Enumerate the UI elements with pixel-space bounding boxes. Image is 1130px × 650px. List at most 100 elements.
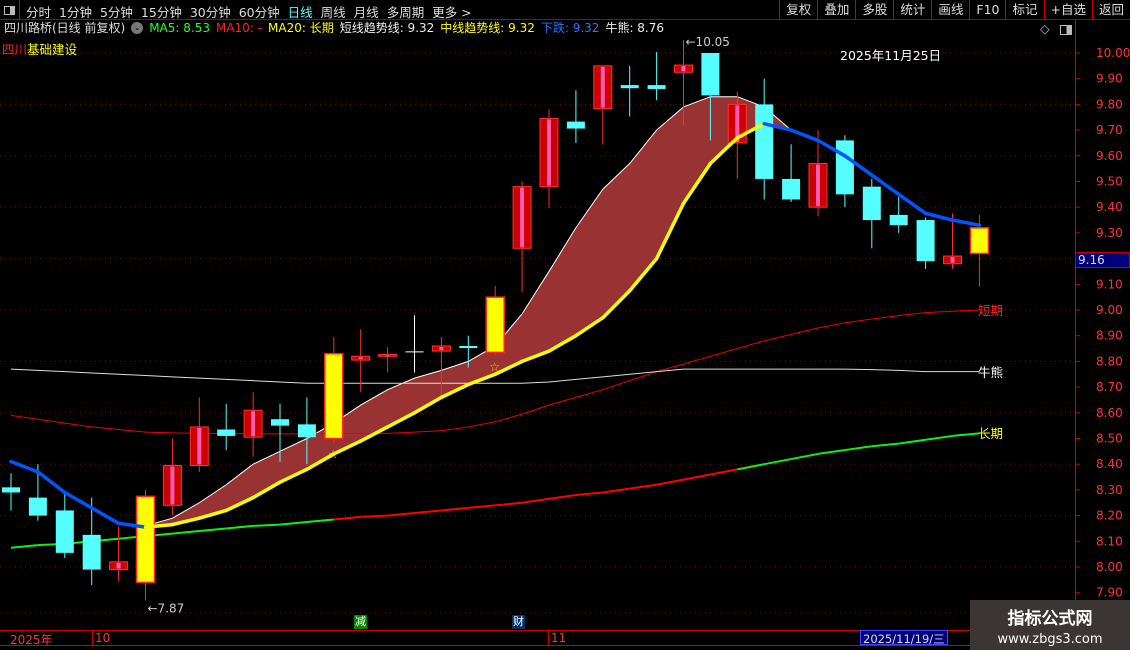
candle-body-down <box>755 104 774 179</box>
short-trend-value: 短线趋势线: 9.32 <box>339 21 435 35</box>
long-term-line-segment <box>952 432 980 437</box>
long-term-line-segment <box>844 445 872 452</box>
date-stamp: 2025年11月25日 <box>840 48 942 63</box>
candle-body-down <box>889 214 908 226</box>
short-trend-line-segment <box>9 459 40 474</box>
date-year: 2025年 <box>10 633 53 647</box>
tab-period-10[interactable]: 更多 > <box>432 2 471 21</box>
toolbar-button-3[interactable]: 统计 <box>893 0 931 20</box>
current-price-tag: 9.16 <box>1075 252 1130 268</box>
candlestick-chart[interactable]: 10.009.909.809.709.609.509.409.309.209.1… <box>0 0 1130 650</box>
label-short-term: 短期 <box>978 303 1004 318</box>
long-term-line-segment <box>602 487 630 494</box>
finance-event-mark[interactable]: 财 <box>512 615 525 629</box>
sector-label-b: 基础建设 <box>27 42 78 57</box>
y-tick-label: 9.80 <box>1096 97 1123 111</box>
tab-period-9[interactable]: 多周期 <box>387 2 425 21</box>
y-tick-label: 7.90 <box>1096 586 1123 600</box>
y-tick-label: 9.30 <box>1096 226 1123 240</box>
short-trend-line-segment <box>36 470 67 495</box>
watermark-name: 指标公式网 <box>1007 609 1093 629</box>
candle-body-down <box>566 121 585 129</box>
y-tick-label: 8.60 <box>1096 406 1123 420</box>
ma5-value: MA5: 8.53 <box>149 21 210 35</box>
candle-body-up-center <box>358 357 363 360</box>
right-toolbar: 复权 叠加 多股 统计 画线 F10 标记 +自选 返回 <box>779 0 1130 20</box>
candle-body-down <box>28 497 47 516</box>
sector-label-a: 四川 <box>2 42 28 57</box>
tab-period-5[interactable]: 60分钟 <box>239 2 280 21</box>
candle-body-special <box>969 227 990 255</box>
label-bull-bear: 牛熊 <box>978 365 1004 380</box>
toolbar-button-5[interactable]: F10 <box>969 0 1005 20</box>
candle-body-down <box>701 53 720 96</box>
tab-period-1[interactable]: 1分钟 <box>59 2 92 21</box>
toolbar-button-2[interactable]: 多股 <box>855 0 893 20</box>
y-tick-label: 9.70 <box>1096 123 1123 137</box>
long-term-line-segment <box>172 530 200 535</box>
short-trend-line-segment <box>896 192 928 216</box>
y-tick-label: 8.70 <box>1096 380 1123 394</box>
y-tick-label: 8.90 <box>1096 329 1123 343</box>
toolbar-button-4[interactable]: 画线 <box>931 0 969 20</box>
short-trend-line-segment <box>923 211 955 222</box>
long-term-line-segment <box>817 449 846 455</box>
y-tick-label: 9.60 <box>1096 149 1123 163</box>
tab-period-0[interactable]: 分时 <box>26 2 51 21</box>
short-trend-line-segment <box>63 490 94 510</box>
long-term-line-segment <box>871 442 899 448</box>
long-term-line-segment <box>306 518 334 524</box>
high-price-label: ←10.05 <box>686 35 730 49</box>
label-long-term: 长期 <box>978 426 1004 441</box>
candle-body-down <box>916 220 935 262</box>
bull-bear-value: 牛熊: 8.76 <box>605 21 665 35</box>
tab-period-6[interactable]: 日线 <box>288 2 313 21</box>
y-tick-label: 8.00 <box>1096 560 1123 574</box>
tab-period-4[interactable]: 30分钟 <box>190 2 231 21</box>
long-term-line-segment <box>656 478 684 486</box>
candle-body-up-center <box>681 66 686 72</box>
candle-body-down <box>835 140 854 195</box>
long-term-line-segment <box>737 463 765 471</box>
candle-body-up-center <box>116 562 121 569</box>
tab-period-8[interactable]: 月线 <box>354 2 379 21</box>
y-tick-label: 9.40 <box>1096 200 1123 214</box>
panel-toggle-icon[interactable] <box>0 0 20 20</box>
candle-body-up-center <box>547 119 551 186</box>
short-trend-line-segment <box>789 128 820 143</box>
long-term-line-segment <box>441 506 469 512</box>
date-month-10: 10 <box>92 631 110 645</box>
star-icon: ☆ <box>328 447 339 461</box>
long-term-line-segment <box>360 514 388 518</box>
long-term-line-segment <box>199 527 227 533</box>
toolbar-button-7[interactable]: +自选 <box>1043 0 1092 20</box>
y-tick-label: 8.20 <box>1096 509 1123 523</box>
price-axis-border <box>1075 20 1076 630</box>
toolbar-button-0[interactable]: 复权 <box>779 0 817 20</box>
diamond-icon[interactable]: ◇ <box>1040 21 1050 36</box>
long-term-line-segment <box>790 452 819 461</box>
candle-body-special <box>485 296 505 354</box>
cursor-date: 2025/11/19/三 <box>860 630 948 646</box>
ma10-value: MA10: - <box>215 21 262 35</box>
y-tick-label: 9.50 <box>1096 175 1123 189</box>
tab-period-7[interactable]: 周线 <box>321 2 346 21</box>
long-term-line-segment <box>226 524 254 530</box>
chevron-down-icon[interactable]: ⌄ <box>131 22 144 34</box>
candle-body-up-center <box>950 257 955 263</box>
toolbar-button-6[interactable]: 标记 <box>1005 0 1043 20</box>
tab-period-2[interactable]: 5分钟 <box>100 2 133 21</box>
candle-body-down <box>647 85 666 89</box>
toolbar-button-1[interactable]: 叠加 <box>817 0 855 20</box>
tab-period-3[interactable]: 15分钟 <box>141 2 182 21</box>
mid-trend-value: 中线趋势线: 9.32 <box>440 21 535 35</box>
candle-body-special <box>135 495 156 584</box>
y-tick-label: 8.40 <box>1096 457 1123 471</box>
toolbar-button-8[interactable]: 返回 <box>1091 0 1130 20</box>
candle-body-down <box>55 510 74 553</box>
candle-body-up-center <box>439 346 444 351</box>
watermark-url: www.zbgs3.com <box>997 632 1103 647</box>
reduce-event-mark[interactable]: 减 <box>354 615 367 629</box>
candle-body-up-center <box>197 427 202 465</box>
panel-icon[interactable] <box>1060 25 1072 35</box>
